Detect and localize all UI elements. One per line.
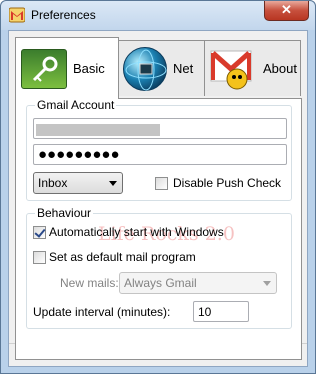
behaviour-legend: Behaviour [35,206,94,220]
autostart-checkbox[interactable] [33,226,46,239]
update-interval-field[interactable]: 10 [193,301,249,322]
update-interval-label: Update interval (minutes): [33,305,171,319]
new-mails-label: New mails: [60,276,119,290]
basic-tab-panel: Gmail Account ●●●●●●●●● Inbox Disable Pu… [15,98,302,360]
disable-push-checkbox[interactable] [155,177,168,190]
folder-select-value: Inbox [38,176,68,190]
behaviour-group: Behaviour Automatically start with Windo… [26,206,292,329]
preferences-window: Preferences ✕ Basic Net About Gmail Acco… [0,0,316,374]
app-icon [9,7,25,23]
tab-basic-label: Basic [73,61,105,76]
tab-net[interactable]: Net [118,40,205,96]
password-mask: ●●●●●●●●● [38,146,120,163]
dialog-client-area: Basic Net About Gmail Account ●●●●●●●●● … [8,30,308,367]
tab-about[interactable]: About [204,40,301,96]
default-mail-label[interactable]: Set as default mail program [49,250,196,264]
gmail-account-group: Gmail Account ●●●●●●●●● Inbox Disable Pu… [26,98,292,201]
new-mails-select: Always Gmail [119,272,277,294]
gmail-account-legend: Gmail Account [35,98,117,112]
new-mails-value: Always Gmail [124,276,197,290]
password-field[interactable]: ●●●●●●●●● [33,144,287,165]
chevron-down-icon [109,181,117,186]
close-button[interactable]: ✕ [264,1,309,21]
email-field[interactable] [33,118,287,139]
redacted-email [36,124,160,136]
chevron-down-icon [263,281,271,286]
key-icon [21,48,67,89]
disable-push-label[interactable]: Disable Push Check [173,176,281,190]
autostart-label[interactable]: Automatically start with Windows [49,225,224,239]
window-title: Preferences [31,8,96,22]
tab-net-label: Net [173,61,194,76]
title-bar[interactable]: Preferences ✕ [1,1,315,30]
tab-basic[interactable]: Basic [15,37,119,99]
default-mail-checkbox[interactable] [33,251,46,264]
globe-icon [123,46,167,91]
update-interval-value: 10 [198,305,212,319]
gmail-icon [209,47,257,91]
tab-about-label: About [263,61,297,76]
folder-select[interactable]: Inbox [33,172,123,194]
